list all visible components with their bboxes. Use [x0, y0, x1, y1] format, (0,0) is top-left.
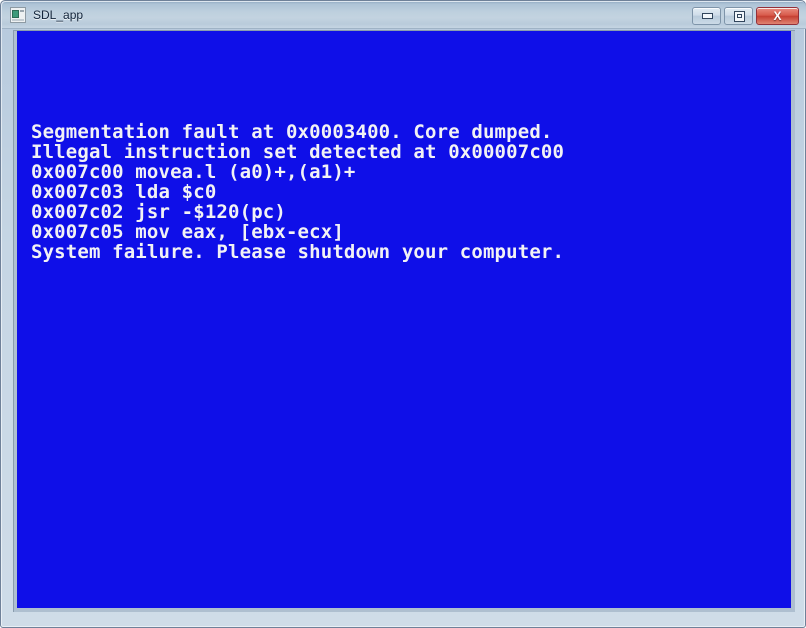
- minimize-button[interactable]: [692, 7, 721, 25]
- console-line: System failure. Please shutdown your com…: [31, 241, 565, 263]
- close-icon: X: [773, 9, 782, 23]
- maximize-icon: [734, 11, 745, 22]
- console-line: 0x007c03 lda $c0: [31, 181, 217, 203]
- console-line: 0x007c05 mov eax, [ebx-ecx]: [31, 221, 344, 243]
- console-output: Segmentation fault at 0x0003400. Core du…: [17, 122, 791, 262]
- close-button[interactable]: X: [756, 7, 799, 25]
- maximize-button[interactable]: [724, 7, 753, 25]
- app-icon-block: [12, 10, 19, 18]
- console-line: 0x007c00 movea.l (a0)+,(a1)+: [31, 161, 356, 183]
- app-icon-bar-bottom: [12, 19, 24, 21]
- sdl-app-icon: [10, 7, 26, 23]
- maximize-icon-inner: [737, 14, 742, 18]
- app-icon-bar-top: [20, 10, 24, 12]
- console-line: Segmentation fault at 0x0003400. Core du…: [31, 121, 553, 143]
- title-bar-left-group: SDL_app: [10, 7, 83, 23]
- window-title: SDL_app: [33, 8, 84, 22]
- title-bar[interactable]: SDL_app X: [2, 2, 806, 29]
- application-window: SDL_app X Segmentation fault at 0x000340…: [0, 0, 806, 628]
- console-line: Illegal instruction set detected at 0x00…: [31, 141, 565, 163]
- window-controls: X: [692, 7, 799, 25]
- sdl-render-canvas[interactable]: Segmentation fault at 0x0003400. Core du…: [17, 31, 791, 608]
- minimize-icon: [702, 13, 713, 19]
- console-line: 0x007c02 jsr -$120(pc): [31, 201, 286, 223]
